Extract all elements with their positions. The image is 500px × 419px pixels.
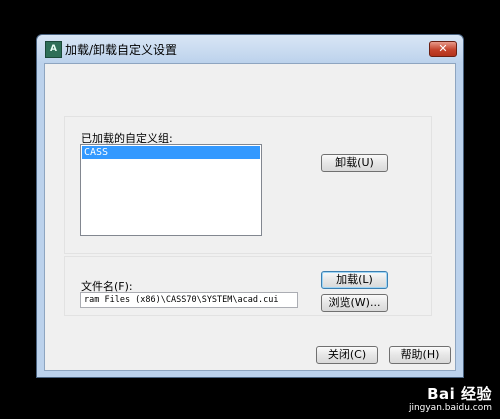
- close-button[interactable]: 关闭(C): [316, 346, 378, 364]
- watermark: Bai 经验 jingyan.baidu.com: [409, 383, 492, 413]
- dialog-window: A 加载/卸载自定义设置 ✕ 已加载的自定义组: CASS 卸载(U) 文件名(…: [36, 34, 464, 378]
- help-button[interactable]: 帮助(H): [389, 346, 451, 364]
- watermark-brand: Bai 经验: [427, 385, 492, 403]
- dialog-client-area: 已加载的自定义组: CASS 卸载(U) 文件名(F): ram Files (…: [44, 63, 456, 371]
- file-name-input[interactable]: ram Files (x86)\CASS70\SYSTEM\acad.cui: [80, 292, 298, 308]
- app-icon: A: [45, 41, 62, 58]
- watermark-url: jingyan.baidu.com: [408, 403, 492, 413]
- list-item[interactable]: CASS: [82, 146, 260, 159]
- close-window-button[interactable]: ✕: [429, 41, 457, 57]
- unload-button[interactable]: 卸载(U): [321, 154, 388, 172]
- window-title: 加载/卸载自定义设置: [65, 43, 178, 57]
- browse-button[interactable]: 浏览(W)...: [321, 294, 388, 312]
- loaded-groups-list[interactable]: CASS: [80, 144, 262, 236]
- load-button[interactable]: 加载(L): [321, 271, 388, 289]
- title-bar[interactable]: A 加载/卸载自定义设置 ✕: [37, 35, 463, 63]
